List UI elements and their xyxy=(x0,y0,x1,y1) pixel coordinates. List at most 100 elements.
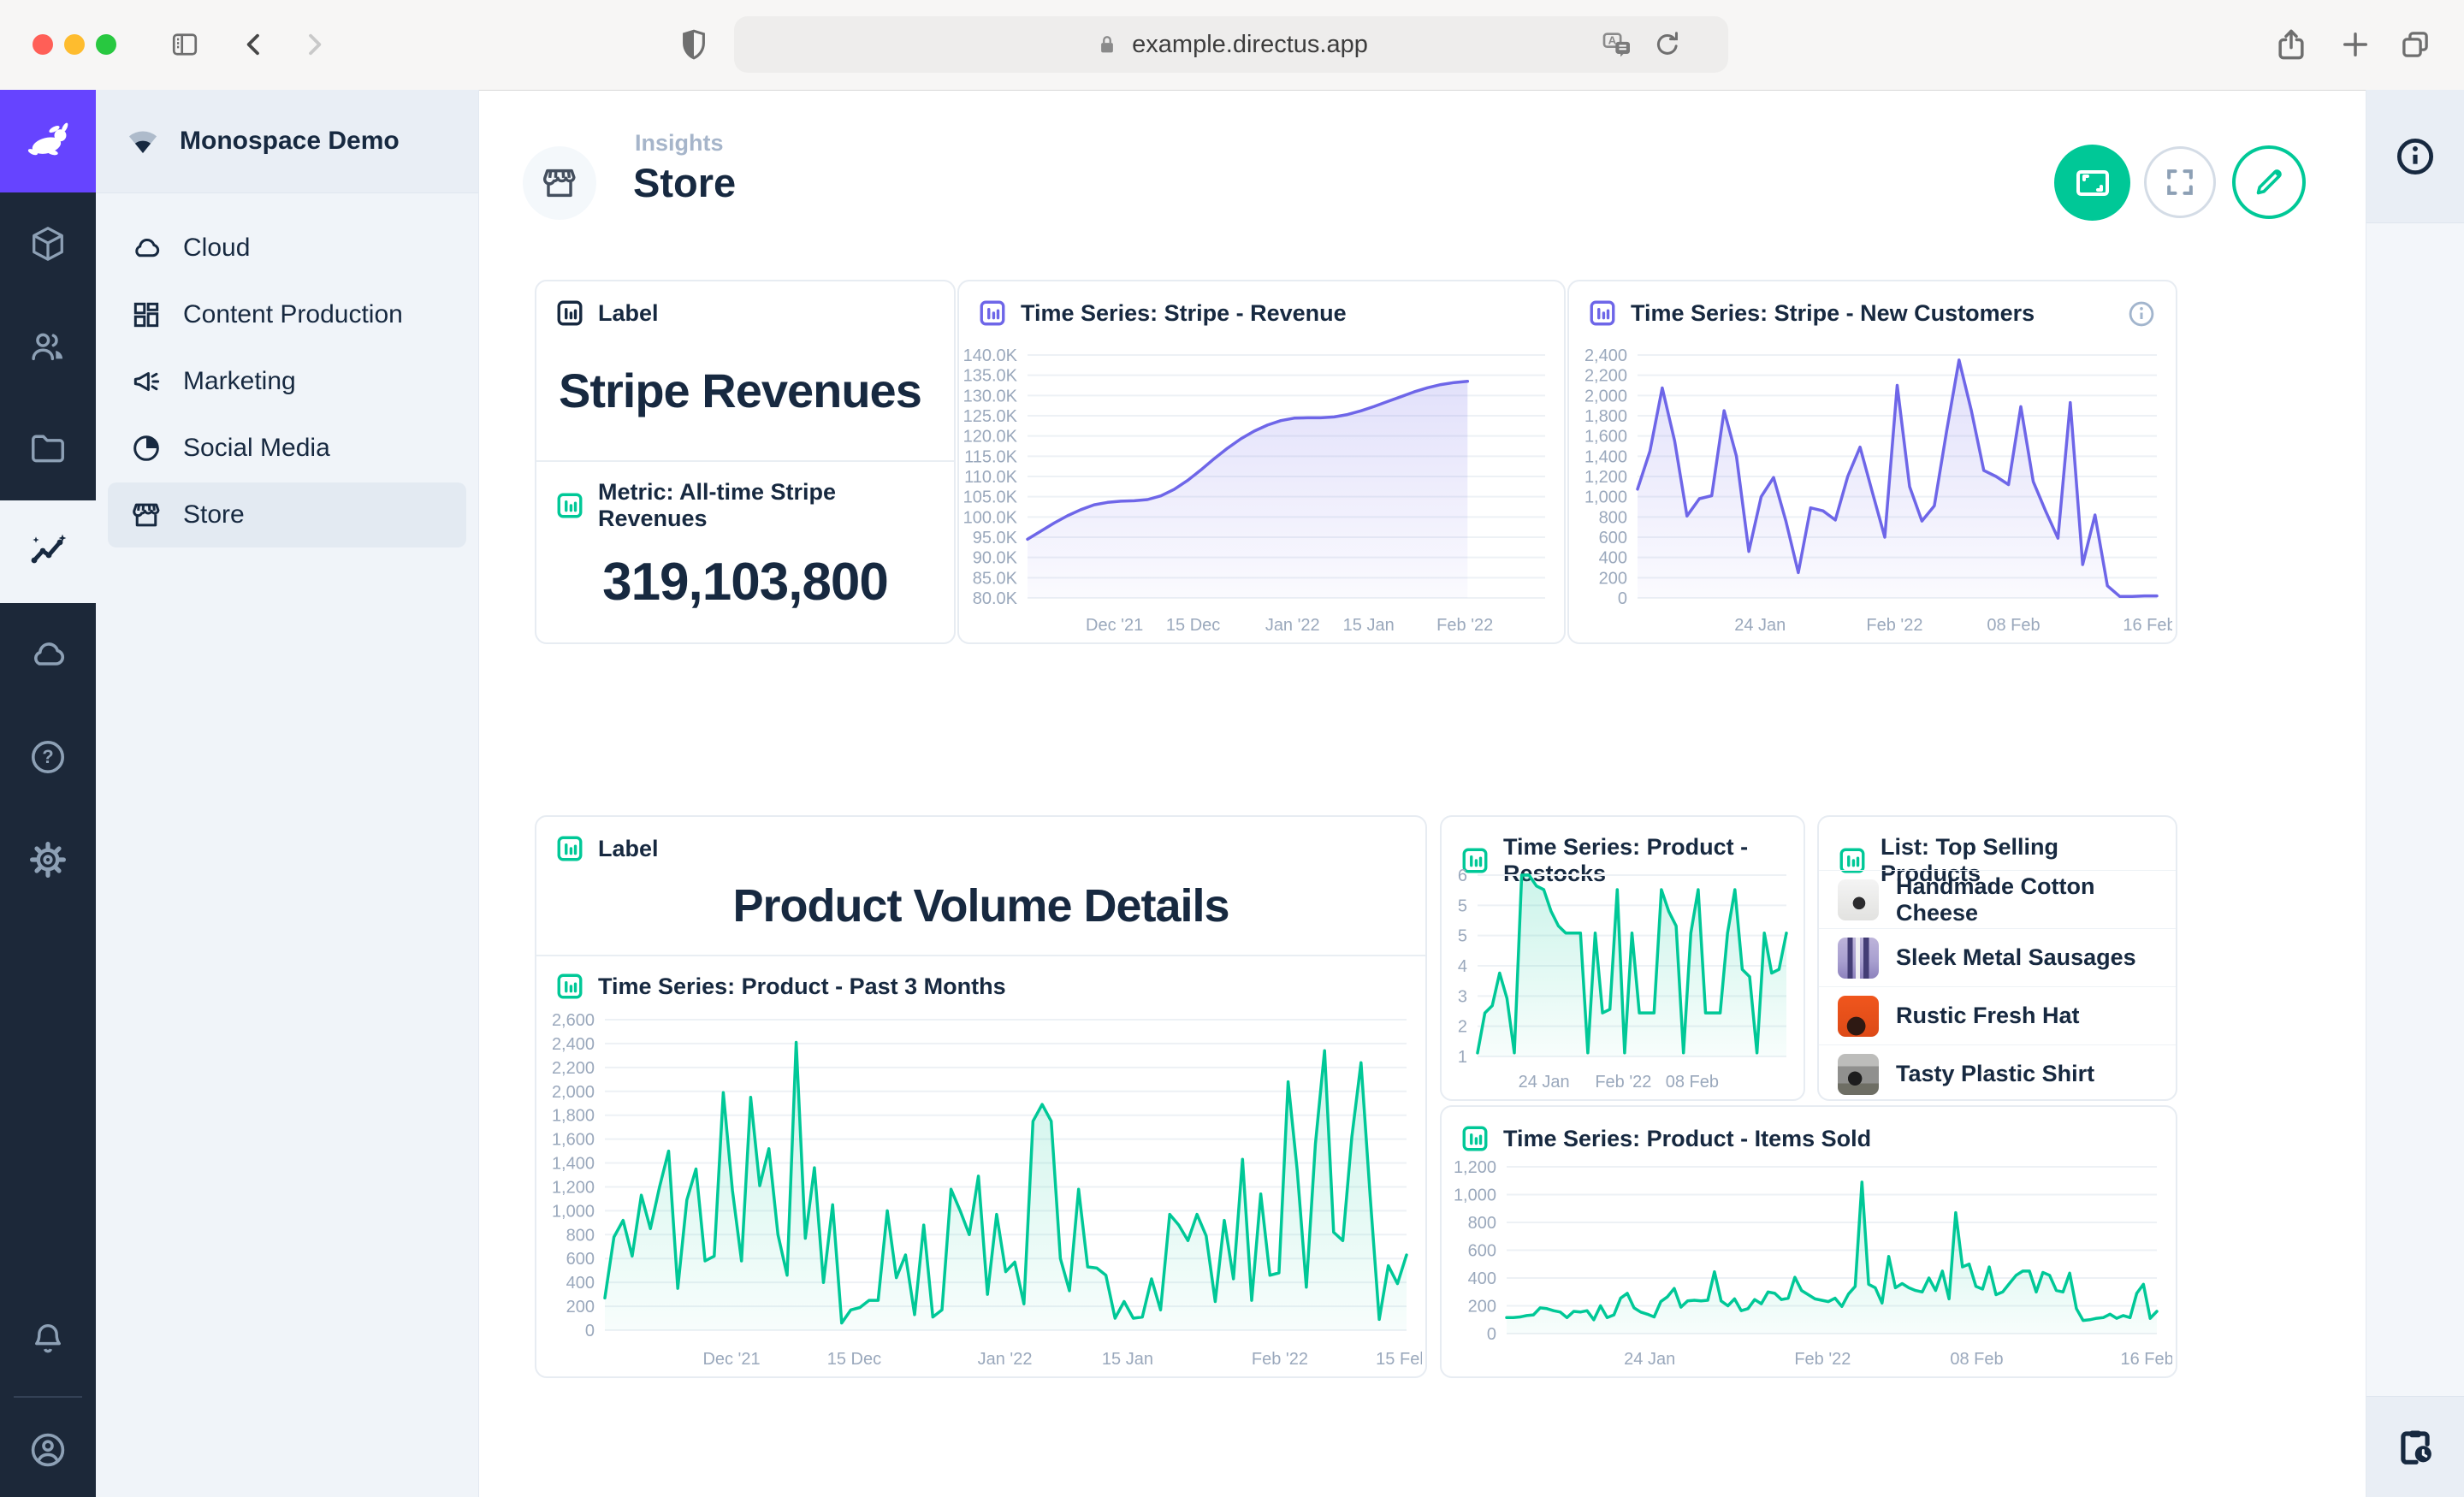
svg-text:200: 200 xyxy=(1599,569,1627,588)
list-item[interactable]: Tasty Plastic Shirt xyxy=(1819,1044,2176,1101)
folder-icon xyxy=(28,429,68,469)
svg-text:800: 800 xyxy=(1468,1214,1496,1233)
sidebar-item-content-production[interactable]: Content Production xyxy=(108,282,466,347)
list-item[interactable]: Sleek Metal Sausages xyxy=(1819,928,2176,986)
sidebar-item-marketing[interactable]: Marketing xyxy=(108,349,466,414)
sidebar-item-label: Marketing xyxy=(183,367,296,396)
cube-icon xyxy=(28,224,68,263)
svg-text:600: 600 xyxy=(566,1250,595,1269)
svg-text:15 Dec: 15 Dec xyxy=(1166,616,1220,635)
forward-button-icon[interactable] xyxy=(298,28,330,61)
panel-info-icon[interactable] xyxy=(2126,299,2157,329)
module-cloud[interactable] xyxy=(0,603,96,706)
module-users[interactable] xyxy=(0,295,96,398)
megaphone-icon xyxy=(130,365,163,398)
share-icon[interactable] xyxy=(2272,26,2310,63)
svg-text:4: 4 xyxy=(1458,957,1467,976)
new-customers-chart: 2,4002,2002,0001,8001,6001,4001,2001,000… xyxy=(1573,336,2172,637)
sidebar-item-label: Social Media xyxy=(183,434,330,463)
reload-icon[interactable] xyxy=(1651,28,1684,61)
svg-text:0: 0 xyxy=(585,1322,595,1340)
svg-text:2,000: 2,000 xyxy=(552,1083,595,1102)
svg-text:1,800: 1,800 xyxy=(1584,407,1627,426)
module-help[interactable]: ? xyxy=(0,706,96,808)
window-minimize-button[interactable] xyxy=(64,34,85,55)
clipboard-clock-icon xyxy=(2393,1425,2437,1470)
panel-type-icon xyxy=(555,972,584,1001)
panel-header: Time Series: Product - Items Sold xyxy=(1442,1107,2176,1158)
revenue-chart: 140.0K135.0K130.0K125.0K120.0K115.0K110.… xyxy=(962,336,1561,637)
edit-dashboard-button[interactable] xyxy=(2232,145,2306,219)
svg-text:5: 5 xyxy=(1458,927,1467,946)
address-bar[interactable]: example.directus.app A xyxy=(734,16,1728,73)
module-bar: ? xyxy=(0,90,96,1497)
label-panel: Label Stripe Revenues xyxy=(536,281,954,462)
module-insights[interactable] xyxy=(0,500,96,603)
panel-header-label: Time Series: Stripe - New Customers xyxy=(1631,300,2035,327)
label-panel: Label Product Volume Details xyxy=(536,817,1425,956)
module-files[interactable] xyxy=(0,398,96,500)
svg-text:800: 800 xyxy=(566,1226,595,1245)
shield-icon[interactable] xyxy=(676,27,712,62)
svg-text:Feb '22: Feb '22 xyxy=(1794,1350,1851,1369)
rabbit-logo-icon xyxy=(21,115,74,168)
svg-text:400: 400 xyxy=(1599,549,1627,568)
sidebar-item-social-media[interactable]: Social Media xyxy=(108,416,466,481)
module-content[interactable] xyxy=(0,192,96,295)
breadcrumb[interactable]: Insights xyxy=(635,130,724,157)
panel-header: Label xyxy=(536,281,954,333)
svg-text:15 Jan: 15 Jan xyxy=(1102,1350,1153,1369)
svg-text:08 Feb: 08 Feb xyxy=(1950,1350,2003,1369)
svg-text:400: 400 xyxy=(566,1274,595,1293)
back-button-icon[interactable] xyxy=(238,28,270,61)
svg-text:1,600: 1,600 xyxy=(1584,428,1627,447)
directus-logo[interactable] xyxy=(0,90,96,192)
module-settings[interactable] xyxy=(0,808,96,911)
panel-header: Metric: All-time Stripe Revenues xyxy=(536,462,954,537)
sidebar-toggle-icon[interactable] xyxy=(168,29,202,60)
user-avatar[interactable] xyxy=(0,1403,96,1497)
sidebar-item-label: Cloud xyxy=(183,234,250,263)
svg-text:24 Jan: 24 Jan xyxy=(1734,616,1786,635)
notifications-bell[interactable] xyxy=(0,1288,96,1391)
new-tab-icon[interactable] xyxy=(2337,27,2373,62)
svg-text:2,600: 2,600 xyxy=(552,1011,595,1030)
sidebar-item-store[interactable]: Store xyxy=(108,482,466,547)
zoom-to-fit-button[interactable] xyxy=(2054,145,2130,221)
panel-top-products: List: Top Selling Products Handmade Cott… xyxy=(1817,815,2177,1101)
cloud-module-icon xyxy=(27,634,68,675)
window-zoom-button[interactable] xyxy=(96,34,116,55)
tab-overview-icon[interactable] xyxy=(2397,27,2433,62)
fullscreen-button[interactable] xyxy=(2144,146,2216,218)
svg-text:125.0K: 125.0K xyxy=(963,407,1018,426)
project-header[interactable]: Monospace Demo xyxy=(96,90,478,193)
gear-icon xyxy=(27,839,68,880)
svg-text:800: 800 xyxy=(1599,508,1627,527)
activity-drawer-toggle[interactable] xyxy=(2366,1396,2464,1497)
svg-text:24 Jan: 24 Jan xyxy=(1519,1073,1570,1092)
svg-text:15 Dec: 15 Dec xyxy=(827,1350,881,1369)
svg-text:15 Feb: 15 Feb xyxy=(1376,1350,1422,1369)
svg-text:Dec '21: Dec '21 xyxy=(1086,616,1143,635)
metric-value: 319,103,800 xyxy=(536,537,954,644)
svg-text:1,200: 1,200 xyxy=(1454,1158,1496,1177)
svg-text:140.0K: 140.0K xyxy=(963,346,1018,365)
page-icon-button[interactable] xyxy=(523,146,596,220)
svg-text:200: 200 xyxy=(566,1298,595,1317)
svg-text:Feb '22: Feb '22 xyxy=(1866,616,1922,635)
list-item[interactable]: Rustic Fresh Hat xyxy=(1819,986,2176,1044)
list-item[interactable]: Handmade Cotton Cheese xyxy=(1819,870,2176,928)
insights-icon xyxy=(27,531,68,572)
info-drawer-toggle[interactable] xyxy=(2366,90,2464,223)
panel-header-label: Time Series: Stripe - Revenue xyxy=(1021,300,1347,327)
past-3-months-chart: 2,6002,4002,2002,0001,8001,6001,4001,200… xyxy=(540,1008,1422,1371)
sidebar-item-cloud[interactable]: Cloud xyxy=(108,216,466,281)
product-name: Tasty Plastic Shirt xyxy=(1896,1061,2094,1087)
panel-header: Time Series: Stripe - Revenue xyxy=(959,281,1564,333)
window-close-button[interactable] xyxy=(33,34,53,55)
panel-stripe-revenue: Time Series: Stripe - Revenue 140.0K135.… xyxy=(957,280,1566,644)
project-sidebar: Monospace Demo Cloud Content Production … xyxy=(96,90,479,1497)
fullscreen-icon xyxy=(2161,163,2199,201)
translate-icon[interactable]: A xyxy=(1600,28,1634,62)
svg-text:0: 0 xyxy=(1618,589,1627,608)
